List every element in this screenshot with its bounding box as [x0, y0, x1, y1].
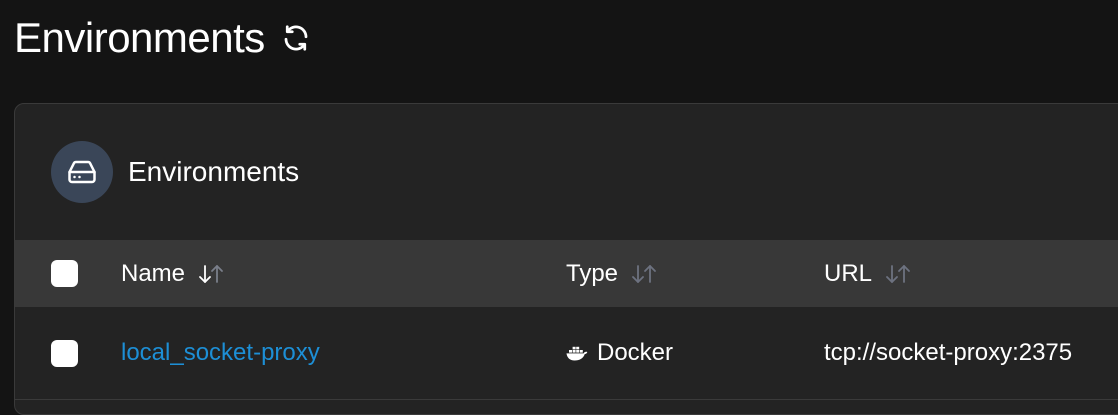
docker-icon [566, 345, 588, 361]
hard-drive-icon [68, 160, 96, 184]
refresh-button[interactable] [279, 21, 313, 55]
row-type-cell: Docker [566, 307, 673, 399]
table-header-row: Name Type URL [15, 240, 1118, 307]
refresh-icon [284, 25, 308, 51]
panel-title: Environments [128, 156, 300, 187]
page-header: Environments [14, 12, 313, 64]
column-header-url[interactable]: URL [824, 240, 914, 307]
panel-icon-circle [51, 141, 113, 203]
row-checkbox[interactable] [51, 340, 78, 367]
table-row: local_socket-proxy Docker tcp://socket-p… [15, 307, 1118, 400]
sort-icon [884, 263, 914, 285]
column-header-label: Type [566, 259, 619, 287]
column-header-name[interactable]: Name [121, 240, 227, 307]
select-all-checkbox[interactable] [51, 260, 78, 287]
sort-desc-icon [197, 263, 227, 285]
panel-header: Environments [15, 104, 1118, 240]
page-title: Environments [14, 14, 265, 61]
column-header-type[interactable]: Type [566, 240, 660, 307]
row-url-cell: tcp://socket-proxy:2375 [824, 307, 1072, 399]
column-header-label: Name [121, 259, 186, 287]
environment-url: tcp://socket-proxy:2375 [824, 339, 1073, 366]
environment-name-link[interactable]: local_socket-proxy [121, 339, 320, 367]
column-header-label: URL [824, 259, 873, 287]
sort-icon [630, 263, 660, 285]
environments-panel: Environments Name Type URL local_socket-… [14, 103, 1118, 415]
environment-type-label: Docker [597, 339, 674, 366]
row-name-cell: local_socket-proxy [121, 307, 320, 399]
